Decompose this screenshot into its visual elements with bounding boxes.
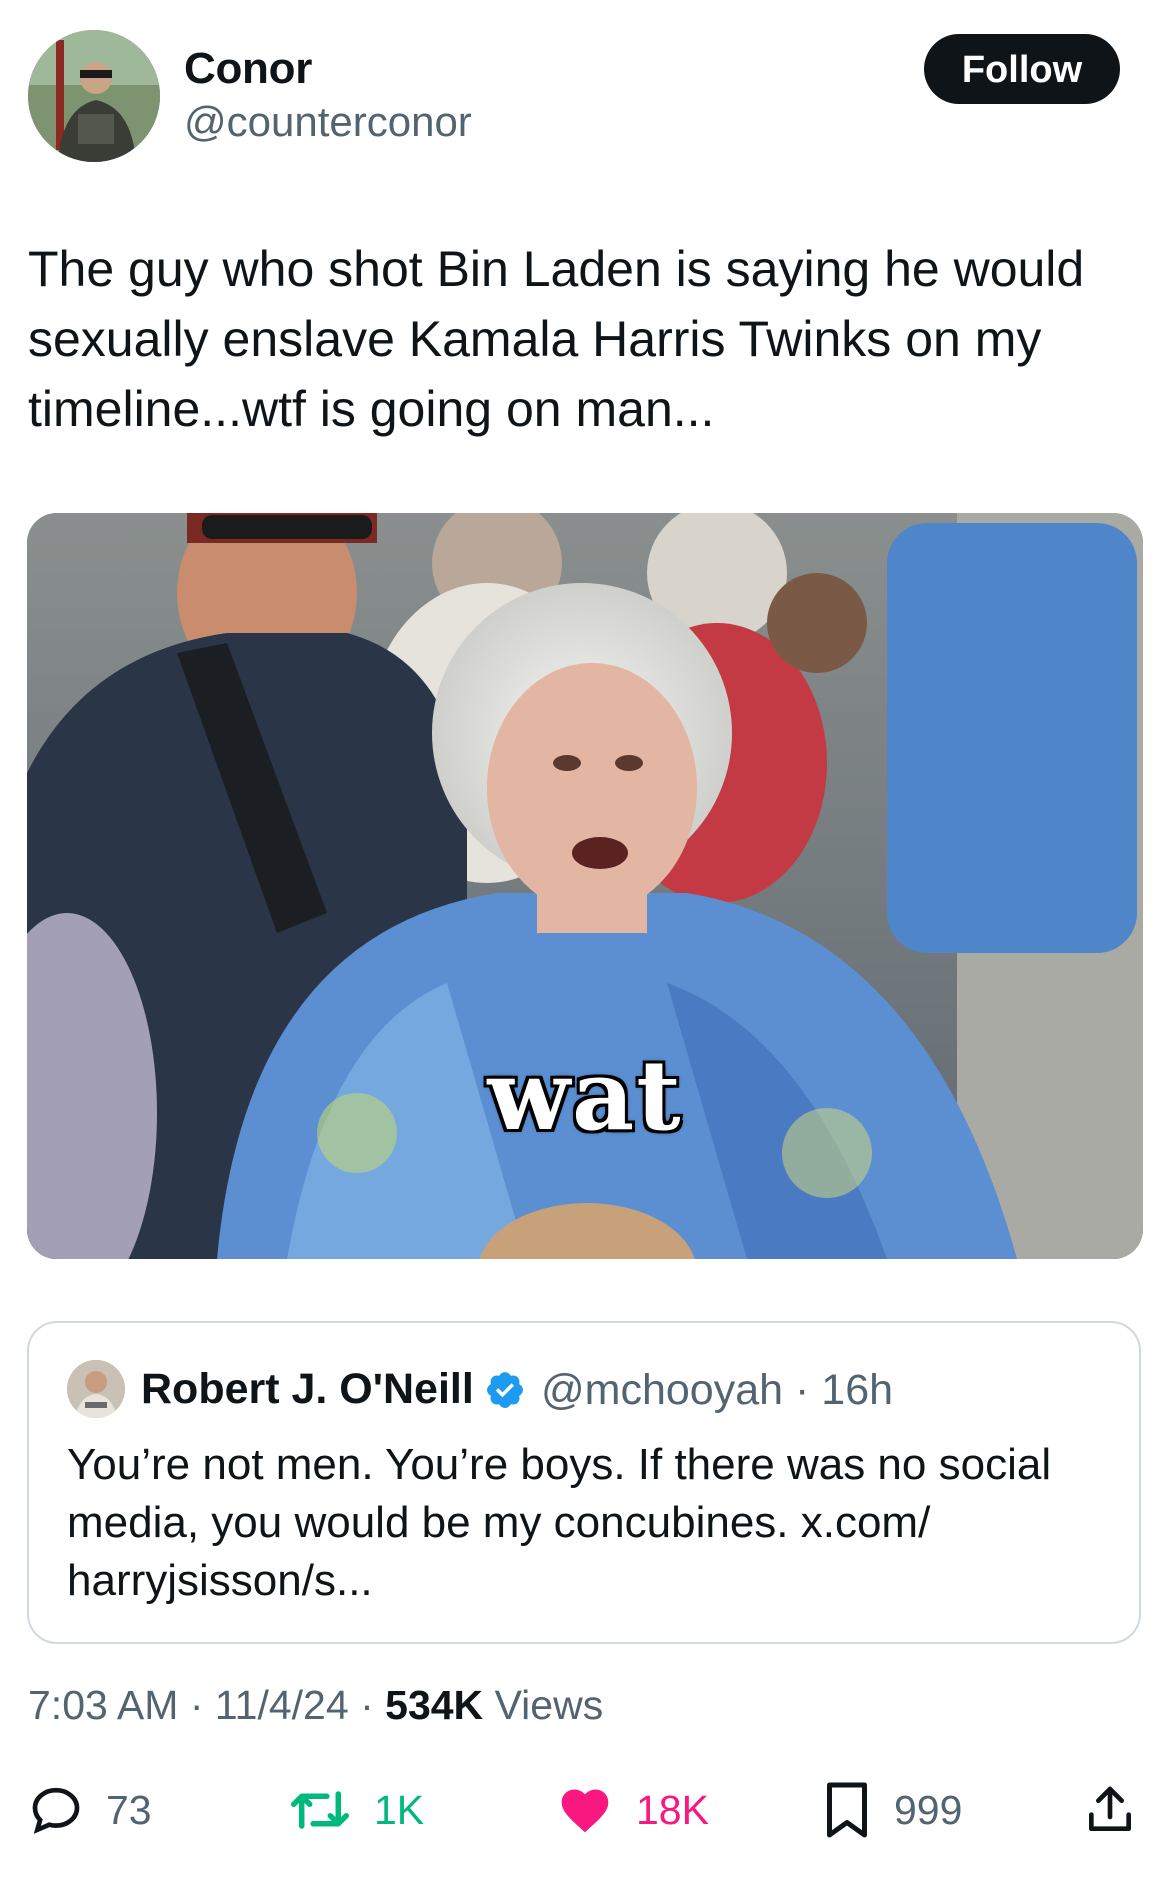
reply-icon	[32, 1787, 80, 1834]
verified-badge-icon	[484, 1369, 526, 1411]
bookmark-button[interactable]: 999	[822, 1778, 962, 1842]
quoted-handle[interactable]: @mchooyah	[541, 1366, 783, 1414]
reply-count: 73	[106, 1786, 152, 1833]
meme-caption: wat	[487, 1039, 683, 1152]
tweet-media-image[interactable]: wat	[27, 513, 1143, 1259]
share-icon	[1089, 1786, 1131, 1831]
like-button[interactable]: 18K	[556, 1778, 709, 1842]
views-label: Views	[494, 1682, 604, 1728]
like-count: 18K	[636, 1786, 709, 1833]
share-button[interactable]	[1082, 1778, 1138, 1842]
heart-icon	[561, 1789, 609, 1833]
follow-button[interactable]: Follow	[924, 34, 1120, 104]
quoted-text: You’re not men. You’re boys. If there wa…	[67, 1440, 1052, 1605]
tweet-date[interactable]: 11/4/24	[215, 1682, 349, 1728]
separator: ·	[795, 1366, 810, 1414]
quoted-author-name[interactable]: Robert J. O'Neill	[141, 1365, 474, 1414]
repost-button[interactable]: 1K	[288, 1778, 424, 1842]
views-count: 534K	[385, 1682, 484, 1728]
bookmark-count: 999	[894, 1786, 963, 1833]
repost-icon	[290, 1791, 350, 1829]
tweet-text: The guy who shot Bin Laden is saying he …	[28, 241, 1085, 437]
repost-count: 1K	[374, 1786, 425, 1833]
bookmark-icon	[827, 1782, 867, 1838]
quoted-author-avatar[interactable]	[67, 1360, 125, 1418]
tweet-time[interactable]: 7:03 AM	[28, 1682, 178, 1728]
author-handle[interactable]: @counterconor	[184, 98, 472, 146]
author-avatar[interactable]	[28, 30, 160, 162]
separator: ·	[189, 1682, 204, 1728]
quoted-tweet[interactable]: Robert J. O'Neill @mchooyah · 16h You’re…	[27, 1321, 1141, 1644]
quoted-author-handle-time[interactable]: @mchooyah · 16h	[541, 1366, 893, 1415]
tweet-meta: 7:03 AM · 11/4/24 · 534K Views	[28, 1682, 603, 1729]
reply-button[interactable]: 73	[28, 1778, 152, 1842]
separator: ·	[360, 1682, 374, 1728]
quoted-time[interactable]: 16h	[821, 1366, 893, 1414]
author-name[interactable]: Conor	[184, 44, 312, 94]
